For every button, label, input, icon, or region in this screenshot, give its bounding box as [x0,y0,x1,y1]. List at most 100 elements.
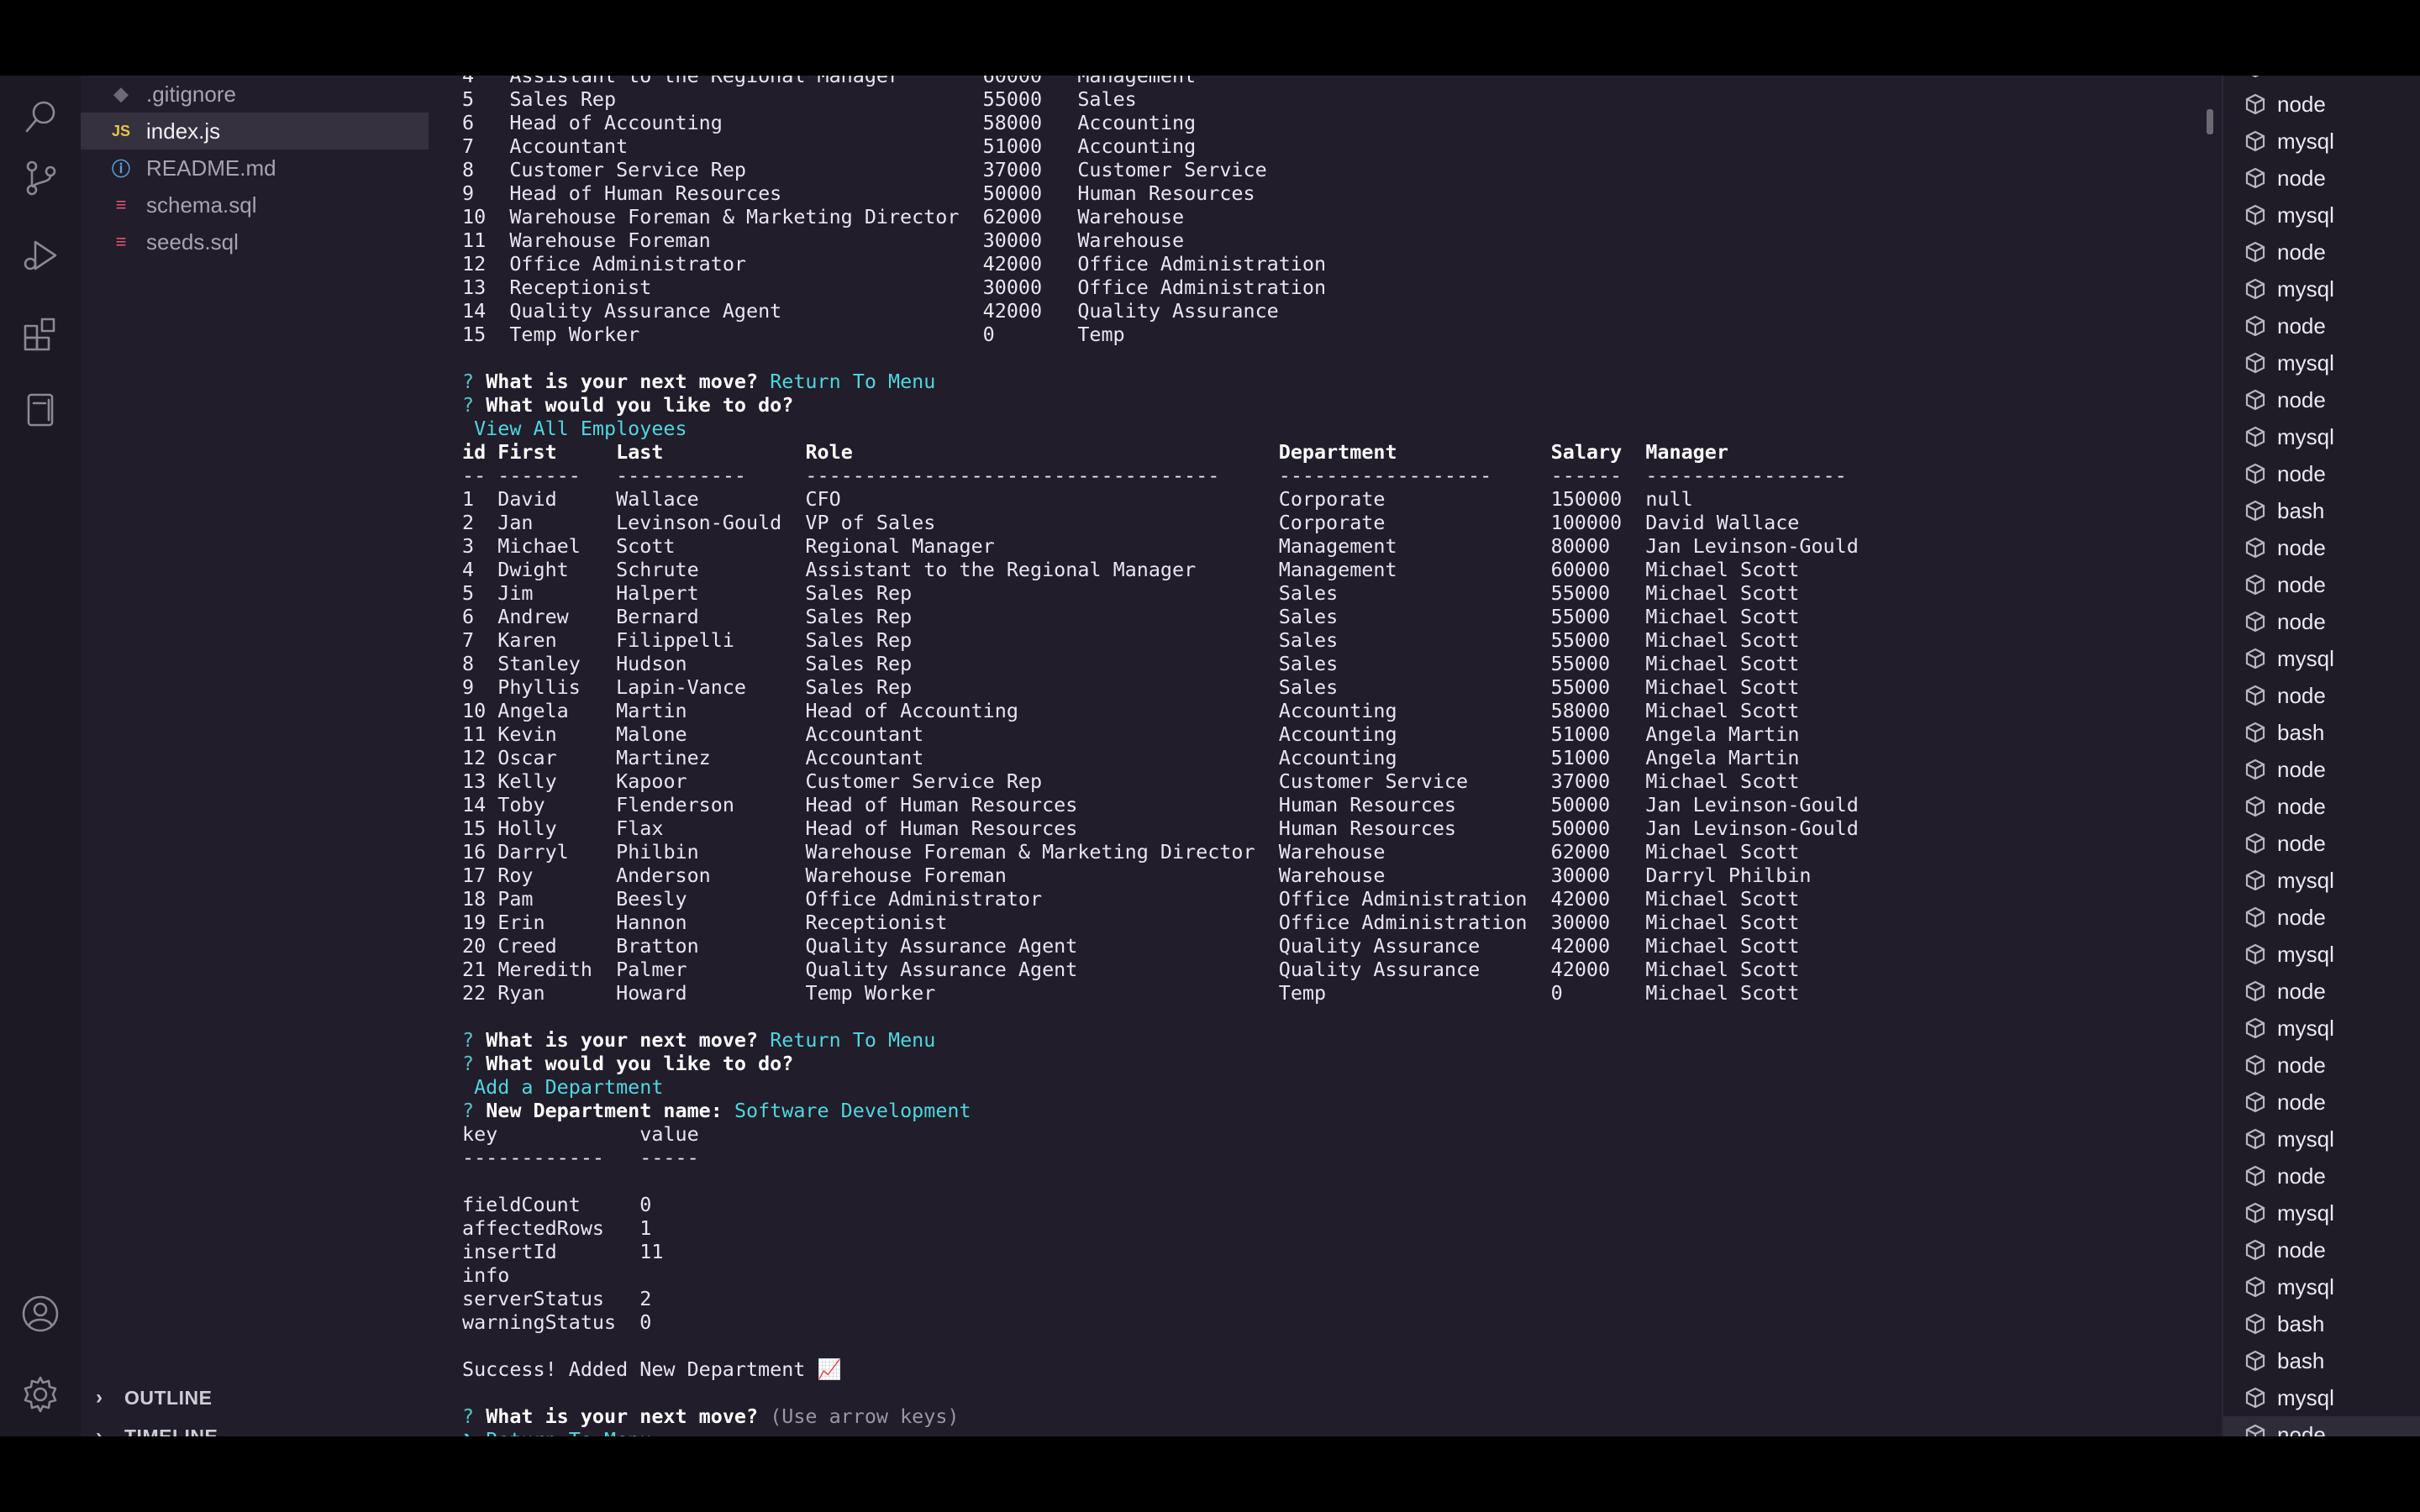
terminal-list-label: bash [2277,1347,2325,1373]
prompt-hint: (Use arrow keys) [770,1404,960,1428]
terminal-list-item[interactable]: node [2223,677,2420,714]
terminal-list-item[interactable]: mysql [2223,270,2420,307]
terminal-list-item[interactable]: node [2223,973,2420,1010]
terminal-list-item[interactable]: node [2223,455,2420,492]
terminal-list-item[interactable]: mysql [2223,1010,2420,1047]
terminal-list-item[interactable]: bash [2223,1342,2420,1379]
employee-row-cell: Warehouse Foreman [805,864,1007,887]
terminal-list-item[interactable]: node [2223,1158,2420,1194]
employee-row: 2 Jan Levinson-Gould VP of Sales Corpora… [462,511,1799,534]
terminal-list-item[interactable]: mysql [2223,1268,2420,1305]
terminal-list-item[interactable]: mysql [2223,862,2420,899]
terminal-cube-icon [2245,943,2265,965]
terminal-list-item[interactable]: node [2223,566,2420,603]
terminal-list-item[interactable]: mysql [2223,1194,2420,1231]
run-debug-icon[interactable] [20,235,60,276]
terminal-list-item[interactable]: mysql [2223,344,2420,381]
database-icon: ≡ [115,231,127,252]
employee-row-cell: Angela Martin [1645,722,1800,746]
employee-row-cell: Andrew [497,605,569,628]
timeline-section-header[interactable]: › TIMELINE [96,1420,218,1436]
employee-row-cell: Sales [1278,675,1339,699]
terminal-cube-icon [2245,832,2265,854]
settings-gear-icon[interactable] [20,1374,60,1415]
terminal-list-item[interactable]: node [2223,1084,2420,1121]
menu-choice-label[interactable]: Return To Menu [486,1428,651,1436]
terminal-list-item[interactable]: node [2223,307,2420,344]
employee-row: 21 Meredith Palmer Quality Assurance Age… [462,958,1799,981]
terminal-list-item[interactable]: mysql [2223,1121,2420,1158]
employee-rule-cell: ------- [497,464,581,487]
employee-row-cell: 19 [462,911,487,934]
terminal-list-item[interactable]: mysql [2223,123,2420,160]
terminal-list-item[interactable]: node [2223,751,2420,788]
role-department: Quality Assurance [1077,299,1279,323]
terminal-list-item[interactable]: bash [2223,1305,2420,1342]
terminal-list-item[interactable]: node [2223,529,2420,566]
role-department: Office Administration [1077,276,1327,299]
terminal-list-item[interactable]: node [2223,160,2420,197]
terminal-list-item[interactable]: node [2223,1047,2420,1084]
terminal-list-item[interactable]: bash [2223,714,2420,751]
employee-header-cell: Department [1278,440,1397,464]
terminal-cube-icon [2245,980,2265,1002]
terminal-list-item[interactable]: mysql [2223,1379,2420,1416]
terminal-list-item[interactable]: bash [2223,492,2420,529]
terminal-list-item[interactable]: node [2223,234,2420,270]
employee-row-cell: 30000 [1550,911,1611,934]
kv-key: affectedRows [462,1216,604,1240]
search-icon[interactable] [20,97,60,138]
terminal-list-item[interactable]: node [2223,381,2420,418]
terminal-list-item[interactable]: mysql [2223,936,2420,973]
terminal-scrollbar[interactable] [2207,109,2213,134]
terminal-list-item[interactable]: node [2223,1416,2420,1436]
account-icon[interactable] [20,1294,60,1334]
file-readme[interactable]: ⓘ README.md [81,150,429,186]
file-seeds-sql[interactable]: ≡ seeds.sql [81,223,429,260]
file-schema-sql[interactable]: ≡ schema.sql [81,186,429,223]
prompt-answer-line: Add a Department [462,1075,663,1099]
terminal-list-item[interactable]: mysql [2223,640,2420,677]
terminal-list-item[interactable]: node [2223,86,2420,123]
extensions-icon[interactable] [20,314,60,354]
source-control-icon[interactable] [20,158,60,198]
terminal-list-item[interactable]: node [2223,788,2420,825]
terminal-list-item[interactable]: node [2223,1231,2420,1268]
terminal-output[interactable]: 4 Assistant to the Regional Manager 6000… [429,76,2202,1436]
outline-section-header[interactable]: › OUTLINE [96,1381,212,1415]
employee-row: 9 Phyllis Lapin-Vance Sales Rep Sales 55… [462,675,1799,699]
terminal-list-item[interactable]: node [2223,825,2420,862]
file-gitignore[interactable]: ◆ .gitignore [81,76,429,113]
role-title: Customer Service Rep [509,158,746,181]
employee-row: 10 Angela Martin Head of Accounting Acco… [462,699,1799,722]
terminal-list-item[interactable]: node [2223,603,2420,640]
employee-row-cell: Halpert [616,581,699,605]
terminal-list-item[interactable]: mysql [2223,197,2420,234]
employee-row-cell: David [497,487,557,511]
file-index-js[interactable]: JS index.js [81,113,429,150]
file-name: schema.sql [146,192,257,218]
terminal-list-item[interactable]: mysql [2223,418,2420,455]
employee-row-cell: Philbin [616,840,699,864]
notebook-icon[interactable] [20,390,60,430]
terminal-list-item[interactable]: node [2223,76,2420,86]
employee-row-cell: Head of Human Resources [805,816,1078,840]
terminal-list-item[interactable]: node [2223,899,2420,936]
employee-row-cell: Phyllis [497,675,581,699]
